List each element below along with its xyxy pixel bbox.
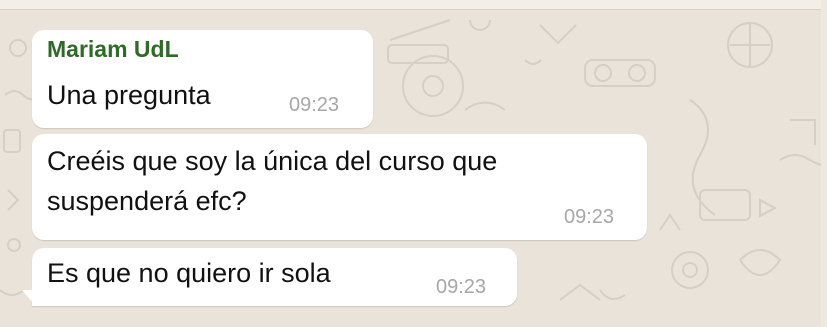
message-timestamp: 09:23: [289, 94, 340, 116]
message-bubble[interactable]: Creéis que soy la única del curso que su…: [32, 134, 647, 240]
sender-name[interactable]: Mariam UdL: [47, 36, 179, 63]
message-text: suspenderá efc?: [47, 186, 247, 216]
message-bubble[interactable]: Mariam UdL Una pregunta 09:23: [32, 30, 373, 128]
message-timestamp: 09:23: [564, 206, 615, 228]
message-timestamp: 09:23: [436, 276, 487, 298]
message-bubble[interactable]: Es que no quiero ir sola 09:23: [32, 248, 517, 306]
message-text: Una pregunta: [47, 80, 211, 110]
right-edge: [821, 0, 827, 327]
top-edge: [0, 0, 827, 10]
message-text: Creéis que soy la única del curso que: [47, 146, 498, 176]
message-text: Es que no quiero ir sola: [47, 258, 331, 288]
chat-background: Mariam UdL Una pregunta 09:23 Creéis que…: [0, 0, 827, 327]
